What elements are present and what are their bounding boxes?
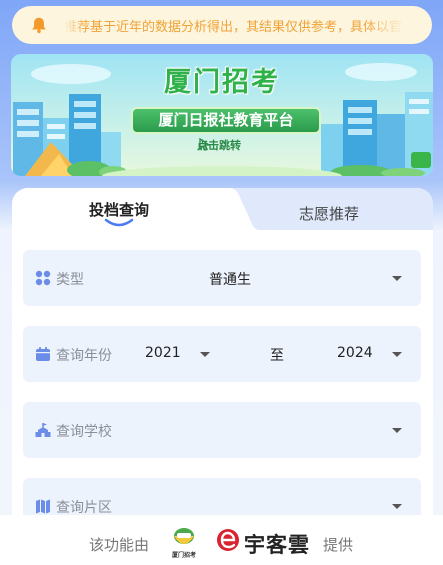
tab-active-indicator [104,218,134,227]
calendar-icon [36,347,50,361]
category-icon [35,270,51,286]
brand-e-logo-icon [217,529,239,551]
bell-icon [32,17,46,34]
type-select[interactable]: 类型 普通生 [23,250,421,306]
banner[interactable]: 厦门招考 厦门日报社教育平台 点击跳转 [11,54,433,176]
footer: 该功能由 厦门招考 宇客雲 提供 [0,515,443,565]
tab-recommend-label: 志愿推荐 [298,205,359,223]
school-chevron-down-icon [392,428,402,433]
year-separator: 至 [270,348,284,364]
logo-caption: 厦门招考 [172,551,196,559]
district-chevron-down-icon [392,504,402,509]
xiamen-zhaokao-logo: 厦门招考 [172,528,196,559]
query-panel: 投档查询 志愿推荐 类型 普通生 查询年份 2021 至 2024 查询学校 查… [12,188,433,565]
footer-prefix: 该功能由 [89,536,150,554]
footer-suffix: 提供 [323,536,354,554]
school-icon [35,423,51,437]
tab-bar: 投档查询 志愿推荐 [12,188,433,230]
year-range-row: 查询年份 2021 至 2024 [23,326,421,382]
banner-cta[interactable]: 点击跳转 [197,137,241,153]
banner-subtitle: 厦门日报社教育平台 [131,107,321,134]
year-to-select[interactable]: 2024 [337,345,373,361]
school-label: 查询学校 [56,424,112,440]
notice-text: 推荐基于近年的数据分析得出，其结果仅供参考，具体以官方公布为准 [64,19,432,35]
type-value: 普通生 [209,272,251,288]
tab-admission-query-label: 投档查询 [88,201,149,219]
pointer-icon [199,137,211,151]
type-chevron-down-icon [392,276,402,281]
notice-bar[interactable]: 推荐基于近年的数据分析得出，其结果仅供参考，具体以官方公布为准 [12,6,432,44]
map-icon [36,499,50,514]
district-label: 查询片区 [56,500,112,516]
banner-title: 厦门招考 [164,67,280,98]
school-select[interactable]: 查询学校 [23,402,421,458]
year-to-chevron-down-icon[interactable] [392,352,402,357]
year-from-chevron-down-icon[interactable] [200,352,210,357]
brand-name: 宇客雲 [244,532,310,557]
year-from-select[interactable]: 2021 [145,345,181,361]
tab-slope [212,188,260,230]
type-label: 类型 [56,272,84,288]
year-label: 查询年份 [56,348,112,364]
